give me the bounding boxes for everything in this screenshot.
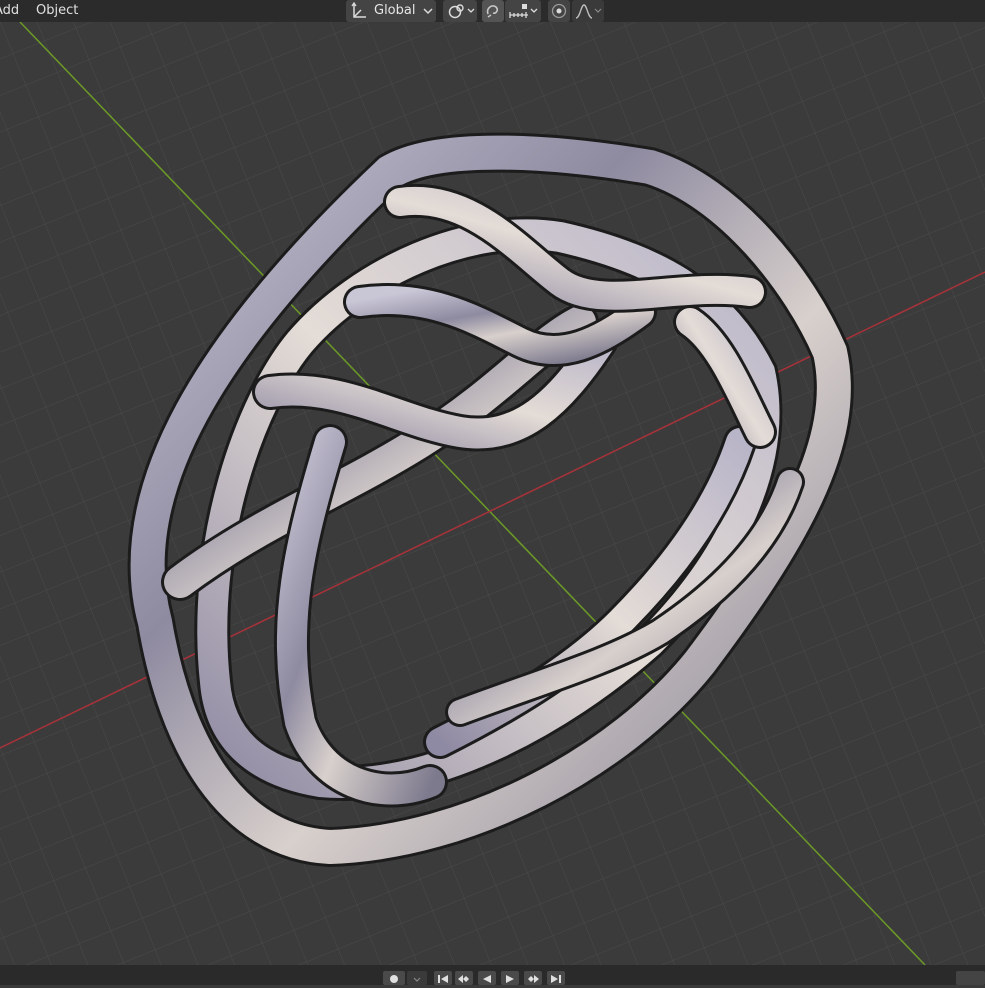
jump-to-end-button[interactable]	[547, 971, 565, 985]
chevron-down-icon	[594, 6, 602, 16]
record-button[interactable]	[383, 971, 405, 985]
timeline-right-field[interactable]	[956, 971, 985, 985]
viewport-header: Add Object Global	[0, 0, 985, 22]
snap-target-dropdown[interactable]	[505, 0, 541, 22]
pivot-point-icon	[447, 2, 467, 20]
jump-to-start-button[interactable]	[434, 971, 452, 985]
transform-orientation-dropdown[interactable]: Global	[346, 0, 436, 22]
snap-increment-icon	[508, 2, 530, 20]
menu-add[interactable]: Add	[0, 3, 19, 19]
chevron-down-icon	[467, 6, 475, 16]
menu-object[interactable]: Object	[36, 3, 78, 19]
pivot-point-dropdown[interactable]	[443, 0, 477, 22]
proportional-editing-icon	[551, 3, 567, 19]
chevron-down-icon	[423, 6, 434, 16]
snap-toggle-button[interactable]	[482, 0, 504, 22]
3d-viewport[interactable]	[0, 22, 985, 965]
play-button[interactable]	[501, 971, 519, 985]
jump-to-keyframe-prev-button[interactable]	[455, 971, 473, 985]
jump-to-keyframe-next-button[interactable]	[524, 971, 542, 985]
transform-orientation-icon	[350, 2, 368, 20]
falloff-curve-icon	[574, 2, 594, 20]
viewport-canvas	[0, 22, 985, 965]
transform-orientation-label: Global	[374, 3, 416, 18]
record-options-dropdown[interactable]	[407, 971, 427, 985]
snap-magnet-icon	[484, 2, 502, 20]
play-reverse-button[interactable]	[478, 971, 496, 985]
proportional-editing-toggle[interactable]	[548, 0, 570, 22]
chevron-down-icon	[530, 6, 538, 16]
timeline-header	[0, 965, 985, 985]
proportional-falloff-dropdown[interactable]	[572, 0, 604, 22]
